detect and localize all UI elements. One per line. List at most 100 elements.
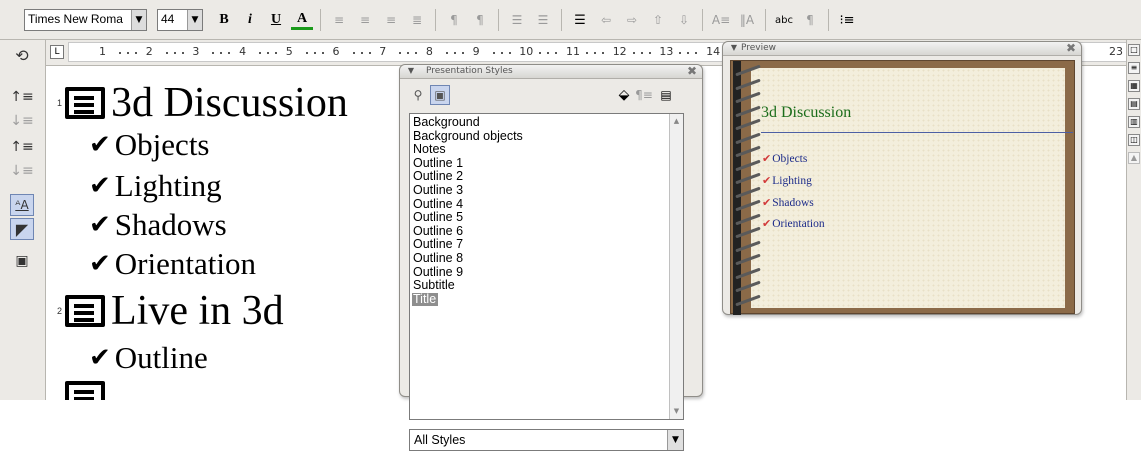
style-list-item[interactable]: Outline 6 [412,224,667,239]
presentation-styles-window[interactable]: ▼ Presentation Styles ✖ ⚲ ▣ ⬙ ¶≡ ▤ Backg… [399,64,703,451]
preview-window[interactable]: ▼ Preview ✖ 3d Discussion ✔Objects ✔Ligh… [722,41,1082,315]
bullet-text: Outline [114,340,208,375]
paragraph-icon[interactable]: ¶ [799,9,821,31]
outline-slide[interactable] [57,381,111,400]
close-icon[interactable]: ✖ [1065,42,1077,55]
underline-button[interactable]: U [265,9,287,31]
view-icon[interactable]: □ [1128,44,1140,56]
scroll-up-icon[interactable]: ▲ [671,116,682,127]
slide-title[interactable]: 3d Discussion [111,79,348,127]
slide-title[interactable]: Live in 3d [111,287,284,335]
ruler-tick [500,52,503,54]
hide-subpoints-icon[interactable]: ↑≡ [10,136,34,158]
chevron-down-icon[interactable]: ▼ [131,10,146,30]
align-right-icon[interactable]: ≡ [380,9,402,31]
first-level-icon[interactable]: ↑≡ [10,86,34,108]
style-list-item[interactable]: Outline 9 [412,265,667,280]
ruler-tick [220,52,223,54]
outline-bullet[interactable]: ✔ Shadows [89,207,227,243]
style-list-item[interactable]: Outline 2 [412,170,667,184]
collapse-icon[interactable]: ▼ [406,66,416,76]
ruler-number: 23 [1109,45,1123,58]
black-white-view-icon[interactable]: ◤ [10,218,34,240]
collapse-icon[interactable]: ▼ [729,43,739,53]
ltr-direction-icon[interactable]: ¶ [443,9,465,31]
bullets-icon[interactable]: ☰ [569,9,591,31]
update-style-icon[interactable]: ▤ [656,85,676,105]
style-list-item[interactable]: Outline 5 [412,211,667,225]
fill-format-mode-icon[interactable]: ⬙ [614,85,634,105]
rtl-direction-icon[interactable]: ¶ [469,9,491,31]
ruler-tick [173,52,176,54]
style-list-item[interactable]: Subtitle [412,279,667,293]
align-center-icon[interactable]: ≡ [354,9,376,31]
outline-bullet[interactable]: ✔ Lighting [89,168,222,204]
style-list-item[interactable]: Background objects [412,129,667,144]
promote-icon[interactable]: ⇦ [595,9,617,31]
text-vertical-icon[interactable]: ‖A [736,9,758,31]
preview-bullet: ✔Orientation [762,217,825,230]
align-left-icon[interactable]: ≡ [328,9,350,31]
close-icon[interactable]: ✖ [686,65,698,78]
formatting-on-off-icon[interactable]: ᴬA [10,194,34,216]
italic-button[interactable]: i [239,9,261,31]
style-list-item[interactable]: Title [412,292,439,307]
increase-spacing-icon[interactable]: ☰ [532,9,554,31]
font-name-combo[interactable]: Times New Roma ▼ [24,9,147,31]
outline-slide[interactable]: 1 3d Discussion [57,79,348,127]
preview-titlebar[interactable]: ▼ Preview ✖ [723,42,1081,56]
outline-view-icon[interactable]: ≡ [1128,62,1140,74]
style-list-item[interactable]: Outline 1 [412,156,667,171]
show-subpoints-icon[interactable]: ↓≡ [10,160,34,182]
style-list-item[interactable]: Outline 4 [412,197,667,212]
outline-toolbar: ⟲ ↑≡ ↓≡ ↑≡ ↓≡ ᴬA ◤ ▣ [0,40,46,400]
demote-icon[interactable]: ⇨ [621,9,643,31]
align-justify-icon[interactable]: ≣ [406,9,428,31]
styles-scrollbar[interactable]: ▲ ▼ [669,114,683,419]
bold-button[interactable]: B [213,9,235,31]
styles-titlebar[interactable]: ▼ Presentation Styles ✖ [400,65,702,79]
font-size-combo[interactable]: 44 ▼ [157,9,203,31]
style-list-item[interactable]: Background [412,115,667,130]
graphics-styles-icon[interactable]: ⚲ [408,85,428,105]
handout-view-icon[interactable]: ▥ [1128,116,1140,128]
style-list-item[interactable]: Outline 3 [412,183,667,198]
bullet-text: Shadows [114,207,227,242]
font-color-button[interactable]: A [291,10,313,30]
style-list-item[interactable]: Outline 8 [412,251,667,266]
styles-list[interactable]: Background Background objects Notes Outline… [409,113,684,420]
tab-stop-selector[interactable]: L [50,45,64,59]
presentation-styles-icon[interactable]: ▣ [430,85,450,105]
style-list-item[interactable]: Notes [412,143,667,157]
slide-sorter-icon[interactable]: ◫ [1128,134,1140,146]
ruler-tick [305,52,308,54]
ruler-tick [632,52,635,54]
bullet-list-icon[interactable]: ⁝≡ [836,9,858,31]
outline-slide[interactable]: 2 Live in 3d [57,287,284,335]
outline-bullet[interactable]: ✔ Orientation [89,246,256,282]
decrease-spacing-icon[interactable]: ☰ [506,9,528,31]
chevron-down-icon[interactable]: ▼ [667,430,683,450]
preview-title-rule [761,132,1073,133]
style-filter-select[interactable]: All Styles ▼ [409,429,684,451]
ruler-number: 2 [145,45,153,58]
slide-show-icon[interactable]: ▣ [10,250,34,272]
preview-bullet-text: Objects [772,153,808,165]
zoom-icon[interactable]: ⟲ [10,44,34,66]
text-horizontal-icon[interactable]: A≡ [710,9,732,31]
notes-view-icon[interactable]: ▤ [1128,98,1140,110]
spellcheck-icon[interactable]: abc [773,9,795,31]
scroll-down-icon[interactable]: ▼ [671,406,682,417]
outline-bullet[interactable]: ✔ Outline [89,340,208,376]
new-style-icon[interactable]: ¶≡ [634,85,654,105]
move-down-icon[interactable]: ⇩ [673,9,695,31]
drawing-view-icon[interactable]: ▦ [1128,80,1140,92]
ruler-number: 5 [285,45,293,58]
style-list-item[interactable]: Outline 7 [412,238,667,252]
chevron-down-icon[interactable]: ▼ [187,10,202,30]
scroll-up-icon[interactable]: ▲ [1128,152,1140,164]
move-up-icon[interactable]: ⇧ [647,9,669,31]
all-levels-icon[interactable]: ↓≡ [10,110,34,132]
ruler-tick [399,52,402,54]
outline-bullet[interactable]: ✔ Objects [89,127,210,163]
